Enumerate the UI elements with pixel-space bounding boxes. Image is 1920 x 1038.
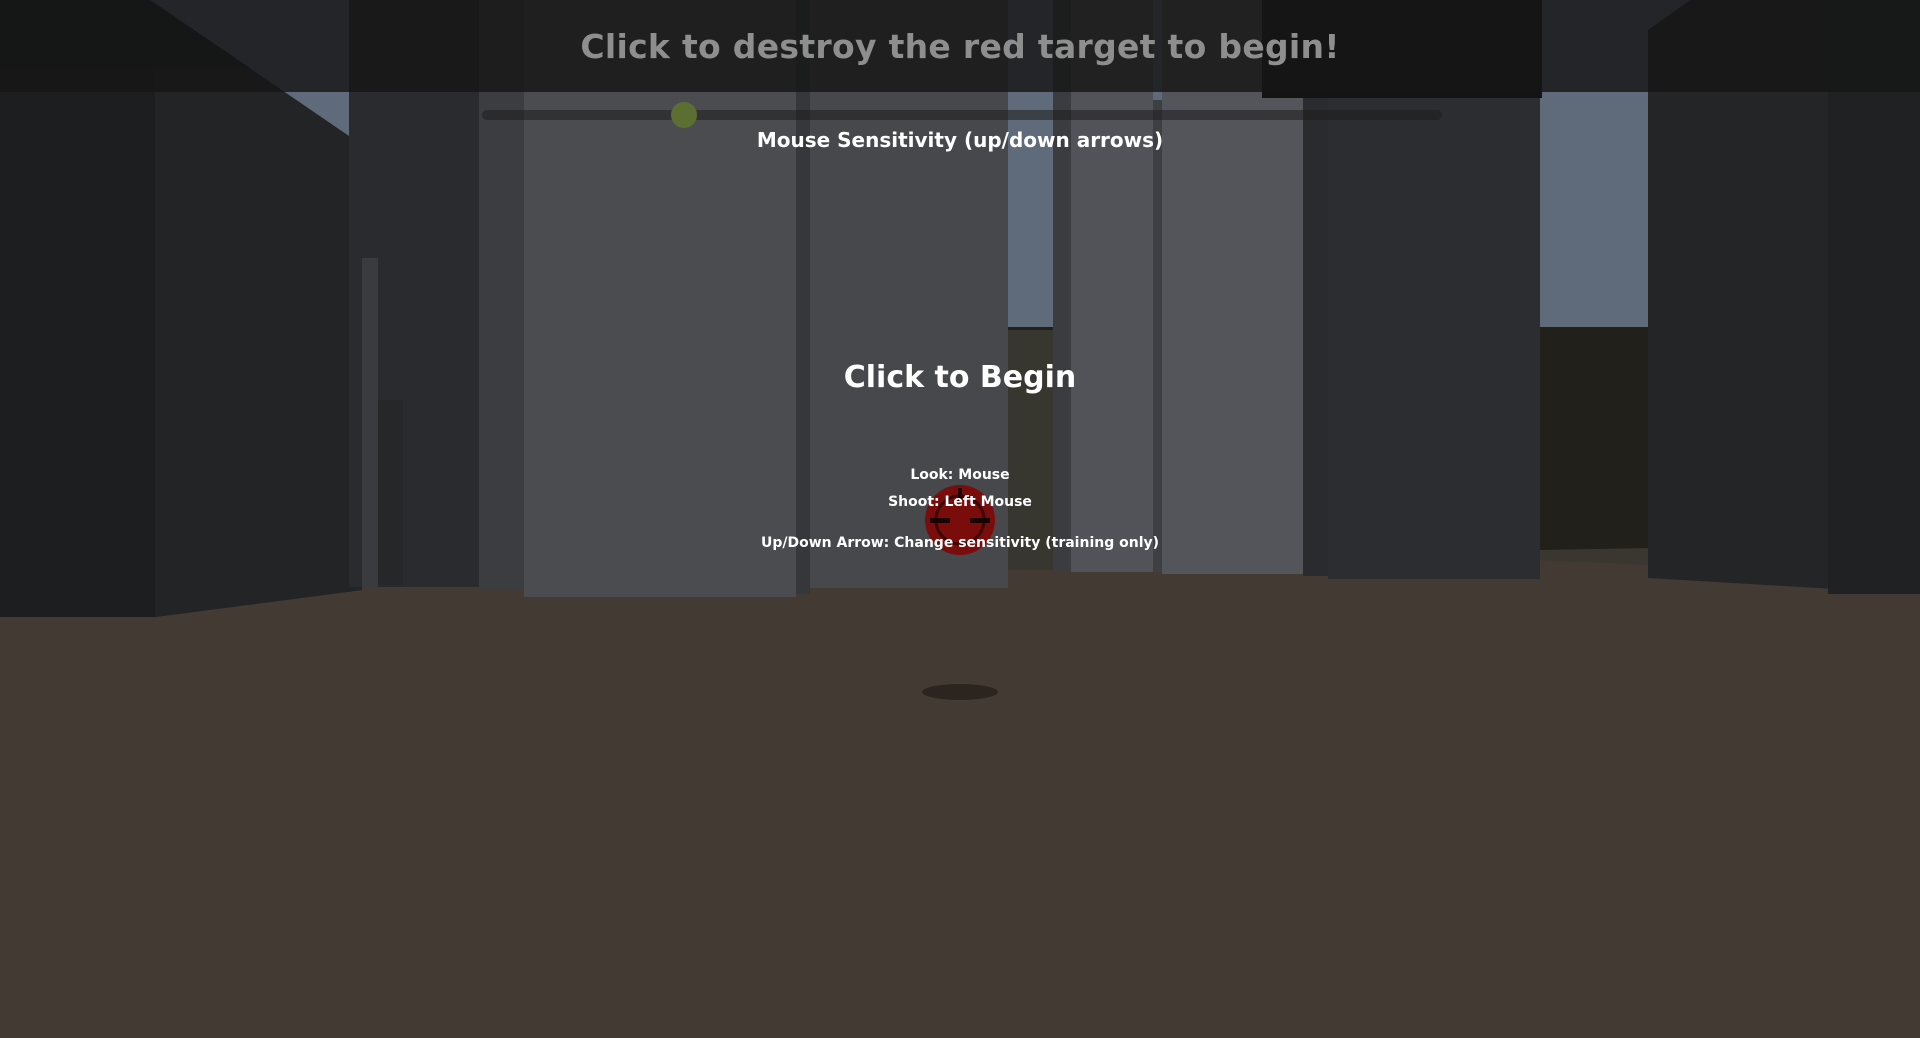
target-mark-left	[930, 518, 950, 523]
top-banner: Click to destroy the red target to begin…	[0, 0, 1920, 92]
banner-text: Click to destroy the red target to begin…	[580, 26, 1340, 66]
game-scene[interactable]	[0, 0, 1920, 1038]
controls-shoot: Shoot: Left Mouse	[888, 494, 1032, 510]
target-shadow	[922, 684, 998, 700]
game-viewport[interactable]: Click to destroy the red target to begin…	[0, 0, 1920, 1038]
sensitivity-label: Mouse Sensitivity (up/down arrows)	[756, 128, 1164, 152]
sensitivity-slider[interactable]	[482, 102, 1442, 128]
click-to-begin[interactable]: Click to Begin	[0, 360, 1920, 395]
controls-look: Look: Mouse	[910, 467, 1010, 483]
target-mark-right	[970, 518, 990, 523]
left-mid-recess	[378, 400, 403, 585]
ground	[0, 560, 1920, 1038]
sensitivity-slider-thumb[interactable]	[670, 102, 697, 128]
controls-arrows: Up/Down Arrow: Change sensitivity (train…	[760, 535, 1160, 551]
